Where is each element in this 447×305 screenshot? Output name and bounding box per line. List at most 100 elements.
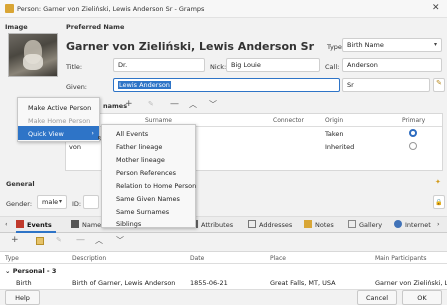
primary-radio-2[interactable] (409, 142, 417, 150)
id-field[interactable] (83, 195, 99, 209)
ok-button[interactable]: OK (402, 290, 442, 305)
gramps-app-icon (5, 4, 14, 13)
edit-event-icon[interactable]: ✎ (56, 236, 62, 244)
tab-notes-label: Notes (315, 221, 334, 229)
cancel-button[interactable]: Cancel (357, 290, 397, 305)
gallery-icon (348, 220, 356, 228)
chevron-down-icon: ▾ (59, 198, 63, 205)
tab-internet[interactable]: Internet (394, 220, 431, 229)
addresses-icon (248, 220, 256, 228)
tab-gallery[interactable]: Gallery (348, 220, 382, 229)
add-surname-icon[interactable]: + (125, 99, 133, 109)
gender-label: Gender: (6, 200, 33, 208)
tab-names[interactable]: Names (71, 220, 105, 229)
tab-attributes[interactable]: Attributes (190, 220, 233, 229)
events-icon (16, 220, 24, 228)
menu-item-make-active-person[interactable]: Make Active Person (18, 100, 99, 114)
chevron-down-icon: ▾ (433, 41, 437, 48)
move-up-icon[interactable]: ︿ (189, 99, 197, 110)
submenu-item-relation-to-home-person[interactable]: Relation to Home Person (102, 179, 196, 192)
suffix-field[interactable]: Sr (342, 78, 430, 92)
nick-label: Nick: (210, 63, 227, 71)
surname-origin-2[interactable]: Inherited (325, 143, 354, 151)
surname-col-header[interactable]: Surname (145, 117, 172, 124)
surname-prefix-2[interactable]: von (69, 143, 81, 151)
context-menu: Make Active Person Make Home Person Quic… (17, 97, 100, 142)
tab-scroll-right-icon[interactable]: › (437, 220, 440, 228)
help-button[interactable]: Help (5, 290, 40, 305)
surnames-label: names (103, 102, 128, 110)
tab-addresses[interactable]: Addresses (248, 220, 292, 229)
place-col-header[interactable]: Place (270, 255, 286, 262)
photo-beard (23, 54, 43, 70)
event-participants-1[interactable]: Garner von Zieliński, L (375, 279, 447, 287)
person-display-name: Garner von Zieliński, Lewis Anderson Sr (66, 40, 315, 53)
tab-bar: ‹ Events Names Attributes Addresses Note… (0, 216, 447, 233)
move-down-icon[interactable]: ﹀ (209, 99, 217, 110)
description-col-header[interactable]: Description (72, 255, 106, 262)
names-icon (71, 220, 79, 228)
tab-events[interactable]: Events (16, 220, 52, 229)
submenu-item-same-given-names[interactable]: Same Given Names (102, 192, 195, 205)
event-date-1[interactable]: 1855-06-21 (190, 279, 228, 287)
active-tab-indicator (16, 231, 56, 233)
name-type-combo[interactable]: Birth Name ▾ (342, 38, 442, 52)
share-event-icon[interactable] (36, 237, 44, 245)
add-event-icon[interactable]: + (11, 235, 19, 245)
event-group-row[interactable]: ⌄ Personal - 3 (5, 267, 56, 275)
preferred-name-label: Preferred Name (66, 23, 125, 31)
event-place-1[interactable]: Great Falls, MT, USA (270, 279, 336, 287)
given-name-selected-text: Lewis Anderson (118, 81, 171, 89)
edit-surname-icon[interactable]: ✎ (148, 100, 154, 108)
participants-col-header[interactable]: Main Participants (375, 255, 426, 262)
submenu-item-father-lineage[interactable]: Father lineage (102, 140, 195, 153)
menu-item-make-home-person[interactable]: Make Home Person (18, 113, 99, 127)
origin-col-header[interactable]: Origin (325, 117, 343, 124)
given-name-field[interactable]: Lewis Anderson (113, 78, 340, 92)
menu-item-quick-view-label: Quick View (28, 130, 64, 138)
connector-col-header[interactable]: Connector (273, 117, 304, 124)
submenu-item-mother-lineage[interactable]: Mother lineage (102, 153, 195, 166)
general-section-label: General (6, 180, 35, 188)
event-move-up-icon[interactable]: ︿ (95, 235, 103, 246)
title-field[interactable]: Dr. (113, 58, 205, 72)
event-description-1[interactable]: Birth of Garner, Lewis Anderson (72, 279, 175, 287)
event-type-1[interactable]: Birth (16, 279, 32, 287)
submenu-arrow-icon: › (91, 129, 94, 137)
type-col-header[interactable]: Type (5, 255, 19, 262)
tab-events-label: Events (27, 221, 52, 229)
submenu-item-siblings[interactable]: Siblings (102, 217, 195, 230)
submenu-item-all-events[interactable]: All Events (102, 127, 195, 140)
primary-radio-1[interactable] (409, 129, 417, 137)
tag-icon[interactable]: ✦ (435, 178, 441, 186)
person-photo[interactable] (8, 33, 58, 77)
gender-value: male (42, 198, 59, 206)
id-label: ID: (72, 200, 82, 208)
surname-origin-1[interactable]: Taken (325, 130, 344, 138)
tab-gallery-label: Gallery (359, 221, 383, 229)
image-section-label: Image (5, 23, 28, 31)
event-move-down-icon[interactable]: ﹀ (116, 235, 124, 246)
primary-col-header[interactable]: Primary (402, 117, 425, 124)
privacy-lock-icon[interactable]: 🔒 (433, 195, 445, 209)
date-col-header[interactable]: Date (190, 255, 204, 262)
tab-notes[interactable]: Notes (304, 220, 334, 229)
tab-scroll-left-icon[interactable]: ‹ (5, 220, 8, 228)
event-group-label: Personal - 3 (12, 267, 57, 275)
title-label: Title: (66, 63, 83, 71)
close-icon[interactable]: ✕ (432, 3, 440, 13)
gender-combo[interactable]: male (37, 195, 67, 209)
edit-name-icon[interactable]: ✎ (433, 78, 445, 92)
notes-icon (304, 220, 312, 228)
submenu-item-person-references[interactable]: Person References (102, 166, 195, 179)
call-label: Call: (325, 63, 340, 71)
call-field[interactable]: Anderson (342, 58, 442, 72)
given-label: Given: (66, 83, 87, 91)
internet-icon (394, 220, 402, 228)
remove-event-icon[interactable]: — (76, 235, 85, 245)
remove-surname-icon[interactable]: — (170, 99, 179, 109)
nick-field[interactable]: Big Louie (226, 58, 320, 72)
name-type-value: Birth Name (347, 41, 384, 49)
quick-view-submenu: All Events Father lineage Mother lineage… (101, 124, 196, 228)
menu-item-quick-view[interactable]: Quick View › (18, 126, 99, 140)
